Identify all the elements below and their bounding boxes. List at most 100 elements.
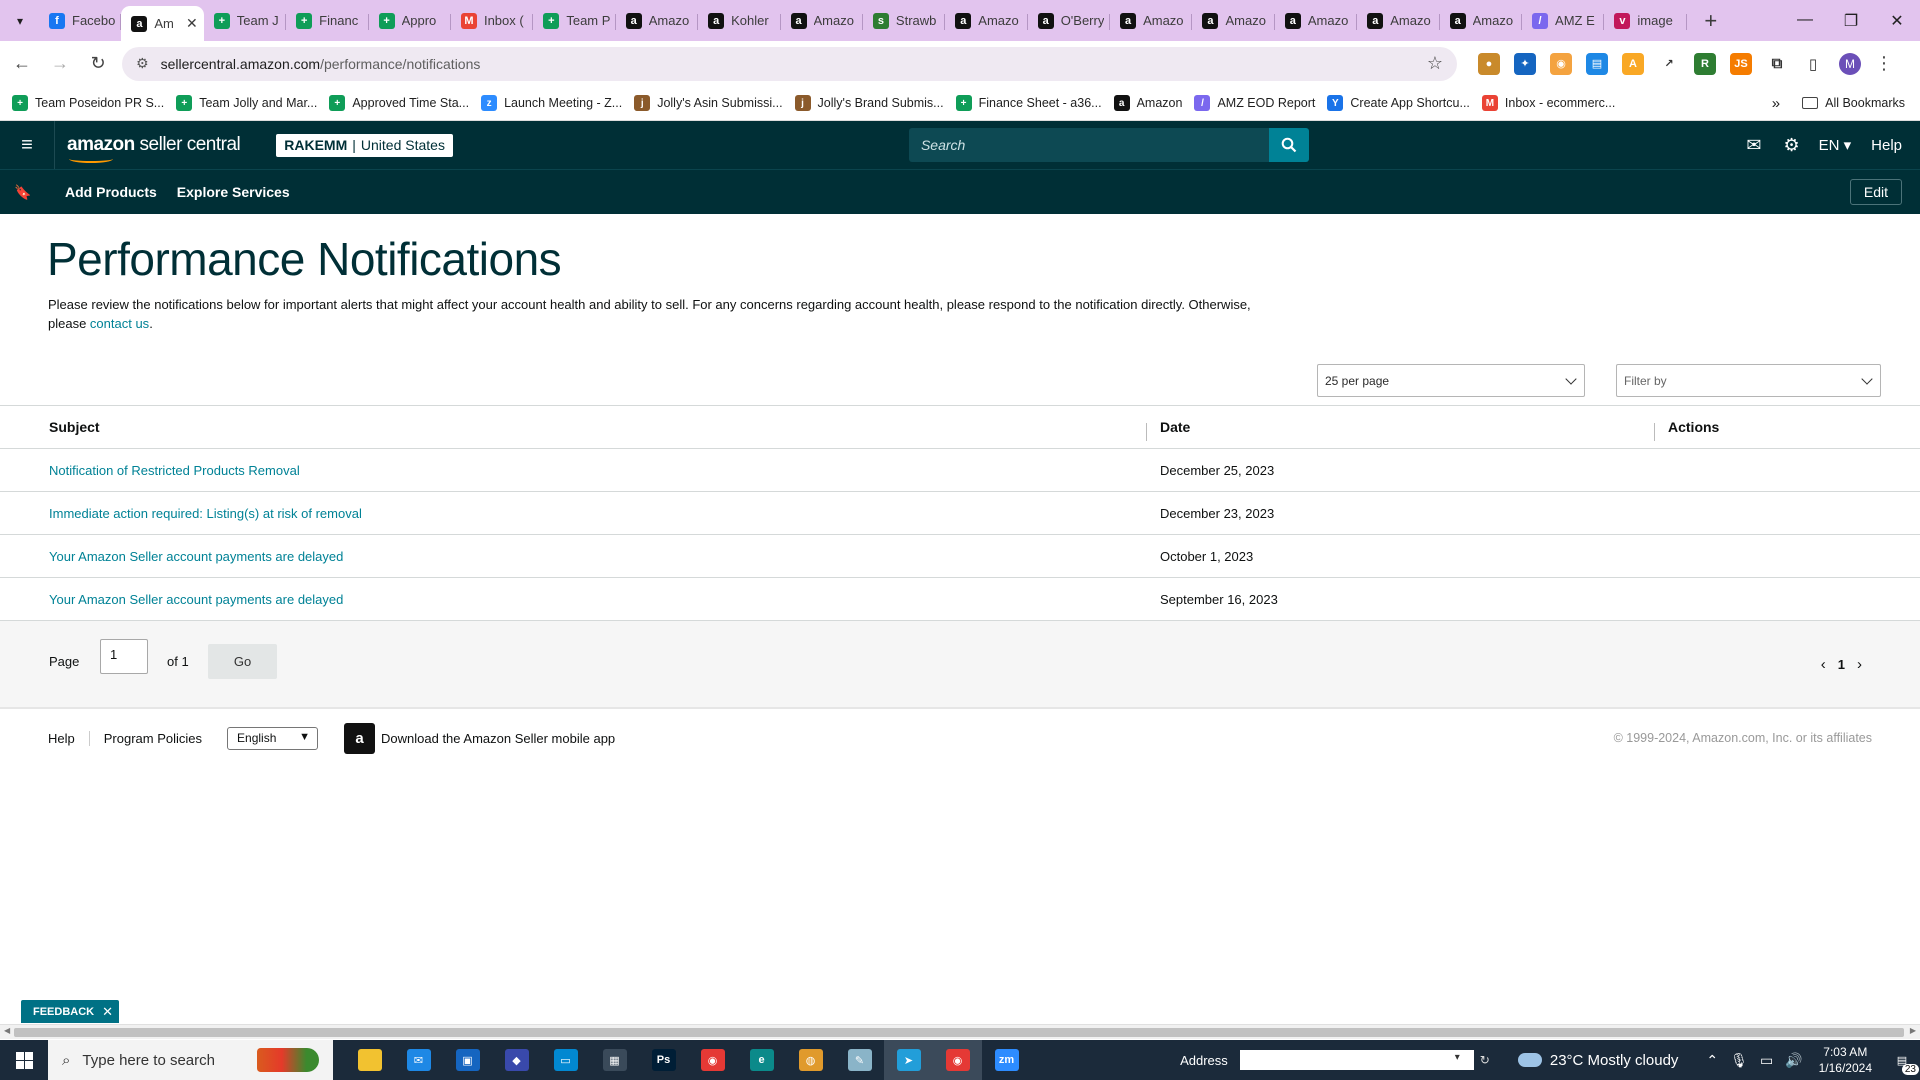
language-selector[interactable]: EN ▾	[1819, 136, 1852, 154]
taskbar-app[interactable]: ◉	[933, 1040, 982, 1080]
browser-tab[interactable]: a Amazo	[945, 6, 1028, 36]
taskbar-app[interactable]: ▣	[443, 1040, 492, 1080]
browser-tab[interactable]: v image	[1604, 6, 1687, 36]
bookmark-item[interactable]: a Amazon	[1113, 95, 1182, 111]
address-input[interactable]: ▾	[1239, 1050, 1474, 1070]
back-icon[interactable]: ←	[6, 53, 38, 74]
browser-tab[interactable]: f Facebo	[39, 6, 122, 36]
bookmark-item[interactable]: Y Create App Shortcu...	[1327, 95, 1470, 111]
browser-tab[interactable]: a Amazo	[1357, 6, 1440, 36]
browser-tab[interactable]: + Team J	[204, 6, 287, 36]
new-tab-icon[interactable]: +	[1697, 8, 1725, 34]
minimize-icon[interactable]: —	[1782, 11, 1828, 31]
current-page[interactable]: 1	[1838, 657, 1845, 672]
scrollbar-thumb[interactable]	[14, 1028, 1904, 1037]
browser-tab[interactable]: / AMZ E	[1522, 6, 1605, 36]
weather-widget[interactable]: 23°C Mostly cloudy	[1513, 1049, 1678, 1069]
browser-tab[interactable]: a Kohler	[698, 6, 781, 36]
bookmark-item[interactable]: + Finance Sheet - a36...	[955, 95, 1102, 111]
extension-icon[interactable]: ↗	[1658, 52, 1680, 75]
site-info-icon[interactable]: ⚙	[136, 55, 149, 72]
extension-icon[interactable]: ●	[1478, 52, 1500, 75]
start-button[interactable]	[0, 1051, 48, 1069]
account-switcher[interactable]: RAKEMM | United States	[276, 133, 453, 157]
page-number-input[interactable]: 1	[100, 639, 148, 674]
network-icon[interactable]: ▭	[1760, 1052, 1773, 1069]
browser-tab[interactable]: + Team P	[533, 6, 616, 36]
browser-tab[interactable]: a Amazo	[1110, 6, 1193, 36]
per-page-select[interactable]: 25 per page	[1317, 364, 1585, 397]
extension-icon[interactable]: ✦	[1514, 52, 1536, 75]
horizontal-scrollbar[interactable]: ◀ ▶	[0, 1024, 1920, 1039]
taskbar-app[interactable]: Ps	[639, 1040, 688, 1080]
download-app-link[interactable]: a Download the Amazon Seller mobile app	[344, 722, 615, 754]
browser-tab[interactable]: a Amazo	[781, 6, 863, 36]
browser-tab[interactable]: s Strawb	[863, 6, 946, 36]
messages-icon[interactable]: ✉	[1746, 135, 1761, 156]
taskbar-app[interactable]: ▦	[590, 1040, 639, 1080]
bookmark-item[interactable]: j Jolly's Asin Submissi...	[634, 95, 783, 111]
url-text[interactable]: sellercentral.amazon.com/performance/not…	[161, 56, 1427, 72]
filter-by-select[interactable]: Filter by	[1616, 364, 1881, 397]
scroll-left-icon[interactable]: ◀	[4, 1026, 10, 1035]
search-input[interactable]: Search	[908, 128, 1269, 162]
extension-icon[interactable]: JS	[1730, 52, 1752, 75]
taskbar-search[interactable]: ⌕ Type here to search	[48, 1040, 333, 1080]
footer-help-link[interactable]: Help	[48, 730, 90, 746]
reload-icon[interactable]: ↻	[82, 53, 114, 74]
nav-add-products[interactable]: Add Products	[65, 184, 157, 200]
taskbar-app[interactable]: ▭	[541, 1040, 590, 1080]
next-page-icon[interactable]: ›	[1857, 656, 1862, 673]
browser-tab[interactable]: a Am ✕	[121, 6, 204, 41]
help-link[interactable]: Help	[1871, 137, 1902, 154]
browser-tab[interactable]: M Inbox (	[451, 6, 534, 36]
bookmark-item[interactable]: j Jolly's Brand Submis...	[794, 95, 944, 111]
close-tab-icon[interactable]: ✕	[186, 15, 198, 32]
taskbar-app[interactable]: zm	[982, 1040, 1031, 1080]
nav-explore-services[interactable]: Explore Services	[177, 184, 290, 200]
volume-icon[interactable]: 🔊	[1785, 1052, 1802, 1069]
restore-icon[interactable]: ❐	[1828, 11, 1874, 31]
edit-button[interactable]: Edit	[1849, 179, 1902, 205]
notification-subject-link[interactable]: Your Amazon Seller account payments are …	[49, 549, 343, 564]
close-icon[interactable]: ✕	[102, 1004, 113, 1020]
bookmark-icon[interactable]: 🔖	[0, 184, 46, 201]
taskbar-app[interactable]: ✎	[835, 1040, 884, 1080]
browser-tab[interactable]: a O'Berry	[1028, 6, 1111, 36]
browser-tab[interactable]: a Amazo	[1440, 6, 1523, 36]
scroll-right-icon[interactable]: ▶	[1910, 1026, 1916, 1035]
extension-icon[interactable]: ▤	[1586, 52, 1608, 75]
forward-icon[interactable]: →	[44, 53, 76, 74]
taskbar-app[interactable]: ◉	[688, 1040, 737, 1080]
taskbar-app[interactable]: ➤	[884, 1040, 933, 1080]
browser-menu-icon[interactable]: ⋮	[1875, 53, 1893, 74]
microphone-icon[interactable]: 🎙	[1730, 1052, 1748, 1069]
search-button[interactable]	[1268, 128, 1309, 162]
chevron-up-icon[interactable]: ⌃	[1706, 1052, 1718, 1069]
bookmark-item[interactable]: M Inbox - ecommerc...	[1481, 95, 1615, 111]
taskbar-app[interactable]: ◍	[786, 1040, 835, 1080]
taskbar-app[interactable]: ✉	[394, 1040, 443, 1080]
all-bookmarks[interactable]: All Bookmarks	[1802, 96, 1905, 110]
bookmark-item[interactable]: + Team Jolly and Mar...	[176, 95, 317, 111]
notification-subject-link[interactable]: Your Amazon Seller account payments are …	[49, 592, 343, 607]
extension-icon[interactable]: R	[1694, 52, 1716, 75]
close-window-icon[interactable]: ✕	[1874, 11, 1920, 31]
bookmark-item[interactable]: + Approved Time Sta...	[329, 95, 469, 111]
previous-page-icon[interactable]: ‹	[1821, 656, 1826, 673]
extension-icon[interactable]: A	[1622, 52, 1644, 75]
extensions-puzzle-icon[interactable]: ⧉	[1766, 52, 1788, 75]
browser-tab[interactable]: + Financ	[286, 6, 369, 36]
browser-tab[interactable]: + Appro	[369, 6, 451, 36]
refresh-icon[interactable]: ↻	[1480, 1053, 1490, 1067]
contact-us-link[interactable]: contact us	[90, 316, 149, 331]
taskbar-app[interactable]: e	[737, 1040, 786, 1080]
browser-tab[interactable]: a Amazo	[1192, 6, 1275, 36]
feedback-button[interactable]: FEEDBACK ✕	[21, 1000, 120, 1023]
profile-avatar[interactable]: M	[1839, 52, 1861, 75]
bookmark-item[interactable]: z Launch Meeting - Z...	[481, 95, 622, 111]
column-header-date[interactable]: Date	[1146, 419, 1654, 441]
browser-tab[interactable]: a Amazo	[616, 6, 699, 36]
address-bar[interactable]: ⚙ sellercentral.amazon.com/performance/n…	[122, 46, 1457, 81]
clock[interactable]: 7:03 AM 1/16/2024	[1819, 1044, 1872, 1076]
